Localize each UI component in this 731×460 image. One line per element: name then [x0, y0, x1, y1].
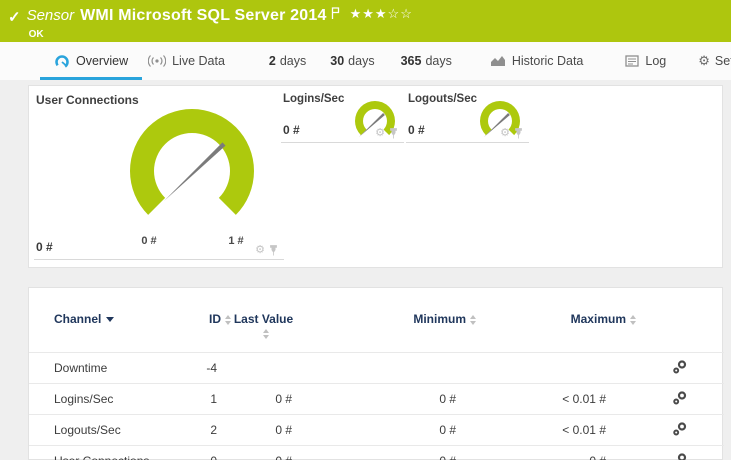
channel-gear-icon[interactable]: ⚙ — [255, 245, 265, 256]
channel-maximum: < 0.01 # — [562, 423, 606, 437]
logins-gauge-cell: Logins/Sec 0 # ⚙ — [281, 91, 404, 143]
channel-minimum: 0 # — [439, 423, 456, 437]
column-header-maximum[interactable]: Maximum — [476, 288, 636, 353]
logouts-gauge-cell: Logouts/Sec 0 # ⚙ — [406, 91, 529, 143]
gauge-current-value: 0 # — [283, 123, 300, 137]
tab-label: Settings — [714, 54, 731, 68]
channel-name[interactable]: User Connections — [29, 446, 184, 460]
channel-minimum — [296, 353, 476, 384]
channel-maximum: < 0.01 # — [562, 392, 606, 406]
tab-label: days — [279, 54, 307, 68]
user-connections-gauge — [130, 108, 254, 215]
column-header-channel[interactable]: Channel — [29, 288, 184, 353]
gauges-panel: User Connections 0 # 1 # 0 # ⚙ Logins/Se… — [28, 85, 723, 268]
channel-last-value — [231, 353, 296, 384]
tab-overview[interactable]: Overview — [40, 42, 143, 80]
channel-id: 1 — [210, 392, 217, 406]
tab-label: days — [348, 54, 375, 68]
area-chart-icon — [490, 55, 506, 67]
sort-icon — [262, 328, 269, 339]
gauge-current-value: 0 # — [36, 240, 53, 254]
tab-label: Log — [645, 54, 667, 68]
sort-desc-icon — [106, 317, 115, 323]
sensor-header-text: Sensor WMI Microsoft SQL Server 2014 ★★★… — [26, 6, 413, 40]
channel-settings-icon[interactable] — [672, 452, 688, 460]
tab-log[interactable]: Log — [625, 42, 666, 80]
channel-settings-icon[interactable] — [672, 359, 688, 375]
table-row: Logins/Sec 1 0 # 0 # < 0.01 # — [29, 383, 724, 415]
tab-2-days[interactable]: 2 days — [269, 42, 306, 80]
column-header-minimum[interactable]: Minimum — [296, 288, 476, 353]
pin-icon[interactable] — [389, 128, 398, 139]
sensor-kind-label: Sensor — [26, 7, 75, 24]
channel-last-value: 0 # — [275, 423, 292, 437]
table-row: User Connections 0 0 # 0 # 0 # — [29, 445, 724, 460]
gauge-tools: ⚙ — [255, 245, 278, 256]
channel-minimum: 0 # — [439, 392, 456, 406]
channel-gear-icon[interactable]: ⚙ — [500, 128, 510, 139]
column-header-tools — [636, 288, 724, 353]
gauge-tools: ⚙ — [500, 128, 523, 139]
tab-label: Live Data — [172, 54, 225, 68]
channel-maximum: 0 # — [476, 446, 636, 460]
priority-stars[interactable]: ★★★☆☆ — [350, 6, 413, 22]
gauge-scale-min: 0 # — [141, 235, 157, 247]
tab-live-data[interactable]: Live Data — [148, 42, 225, 80]
channel-last-value: 0 # — [231, 446, 296, 460]
column-header-id[interactable]: ID — [184, 288, 231, 353]
tab-bar: Overview Live Data 2 days 30 days 365 da… — [0, 42, 731, 80]
channel-id: 0 — [184, 446, 231, 460]
primary-gauge-cell: User Connections 0 # 1 # 0 # ⚙ — [34, 91, 284, 260]
channel-name[interactable]: Downtime — [29, 353, 184, 384]
sensor-header: ✓ Sensor WMI Microsoft SQL Server 2014 ★… — [0, 0, 731, 42]
status-ok-check-icon: ✓ — [8, 9, 21, 26]
sensor-content: User Connections 0 # 1 # 0 # ⚙ Logins/Se… — [0, 80, 731, 460]
channel-settings-icon[interactable] — [672, 421, 688, 437]
sensor-title: WMI Microsoft SQL Server 2014 — [80, 7, 327, 24]
tab-label: Overview — [76, 54, 129, 68]
pin-icon[interactable] — [269, 245, 278, 256]
channel-last-value: 0 # — [275, 392, 292, 406]
gauge-title: Logouts/Sec — [408, 93, 478, 105]
channel-settings-icon[interactable] — [672, 390, 688, 406]
table-row: Logouts/Sec 2 0 # 0 # < 0.01 # — [29, 414, 724, 446]
gauge-scale-max: 1 # — [228, 235, 244, 247]
tab-number: 365 — [400, 54, 422, 68]
table-row: Downtime -4 — [29, 352, 724, 384]
sensor-status-badge: OK — [28, 29, 44, 40]
channel-name[interactable]: Logins/Sec — [29, 384, 184, 415]
sort-icon — [225, 314, 231, 325]
tab-365-days[interactable]: 365 days — [401, 42, 452, 80]
pin-icon[interactable] — [514, 128, 523, 139]
sort-icon — [470, 314, 476, 325]
tab-number: 2 — [268, 54, 276, 68]
channel-name[interactable]: Logouts/Sec — [29, 415, 184, 446]
gauge-icon — [54, 53, 70, 69]
tab-30-days[interactable]: 30 days — [330, 42, 374, 80]
gauge-current-value: 0 # — [408, 123, 425, 137]
column-header-last-value[interactable]: Last Value — [231, 288, 296, 353]
sort-icon — [630, 314, 636, 325]
channels-table-panel: Channel ID Last Value Minimum Maximum Do… — [28, 287, 724, 460]
gauge-tools: ⚙ — [375, 128, 398, 139]
gauge-title: Logins/Sec — [283, 93, 345, 105]
log-icon — [625, 55, 640, 67]
channel-gear-icon[interactable]: ⚙ — [375, 128, 385, 139]
flag-icon[interactable] — [331, 7, 340, 20]
table-header-row: Channel ID Last Value Minimum Maximum — [29, 288, 724, 353]
channel-id: -4 — [206, 361, 217, 375]
tab-label: Historic Data — [511, 54, 584, 68]
gauge-needle — [164, 142, 226, 201]
channel-maximum — [476, 353, 636, 384]
tab-label: days — [425, 54, 452, 68]
live-data-icon — [148, 55, 167, 67]
gear-icon: ⚙ — [698, 53, 710, 68]
tab-settings[interactable]: ⚙ Settings — [698, 42, 731, 80]
tab-number: 30 — [330, 54, 345, 68]
channel-minimum: 0 # — [296, 446, 476, 460]
tab-historic-data[interactable]: Historic Data — [490, 42, 584, 80]
channel-id: 2 — [210, 423, 217, 437]
channels-table: Channel ID Last Value Minimum Maximum Do… — [29, 288, 724, 460]
